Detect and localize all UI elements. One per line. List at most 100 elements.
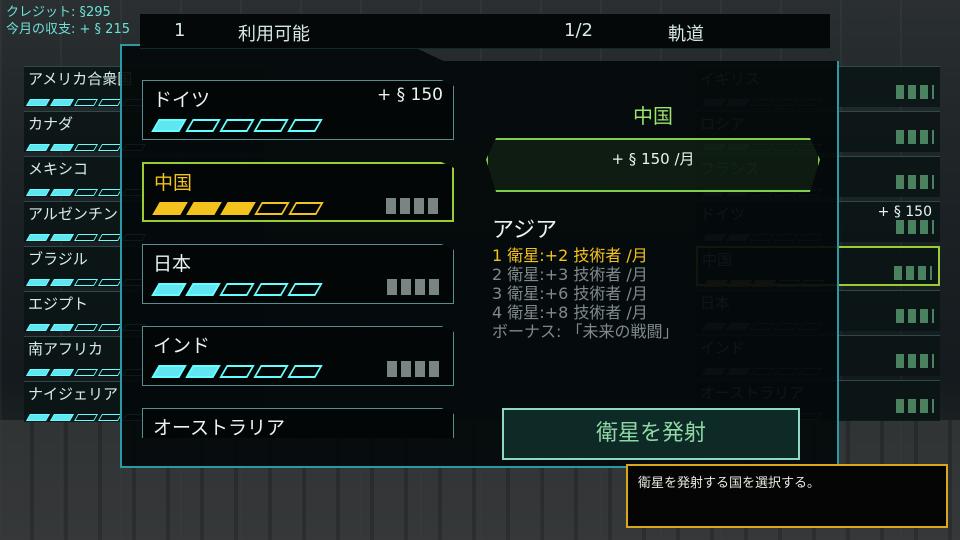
satellite-icon [896, 399, 934, 413]
credits-label: クレジット: §295 [6, 5, 111, 20]
country-card-name: インド [153, 335, 211, 357]
country-card[interactable]: インド [142, 326, 454, 386]
country-card-name: オーストラリア [153, 417, 286, 438]
panic-bar-segment [185, 119, 221, 132]
panic-bar-segment [287, 365, 323, 378]
panic-bar-segment [288, 202, 324, 215]
available-count: 1 [174, 20, 186, 41]
country-name: カナダ [28, 115, 74, 133]
country-card[interactable]: 中国 [142, 162, 454, 222]
satellite-icon [896, 220, 934, 234]
panic-bar-segment [25, 189, 51, 196]
country-name: 南アフリカ [28, 340, 104, 358]
panic-bar-segment [73, 144, 99, 151]
panic-bar-segment [186, 202, 222, 215]
panic-bar-segment [97, 189, 123, 196]
panic-bar-segment [97, 144, 123, 151]
panic-bar-segment [49, 324, 75, 331]
satellite-icon [387, 361, 441, 377]
panic-bars [151, 363, 325, 382]
panic-bars [151, 117, 325, 136]
panic-bar-segment [97, 324, 123, 331]
hint-tooltip: 衛星を発射する国を選択する。 [626, 464, 948, 528]
country-card[interactable]: オーストラリア [142, 408, 454, 438]
panic-bars [152, 200, 326, 219]
country-name: ナイジェリア [28, 385, 119, 403]
panic-bar-segment [73, 414, 99, 421]
panic-bar-segment [25, 369, 51, 376]
country-card-name: 中国 [154, 172, 193, 194]
panic-bar-segment [49, 99, 75, 106]
country-card[interactable]: 日本 [142, 244, 454, 304]
satellite-icon [896, 309, 934, 323]
panic-bar-segment [49, 414, 75, 421]
panic-bar-segment [151, 365, 187, 378]
panic-bar-segment [73, 189, 99, 196]
panic-bar-segment [97, 279, 123, 286]
panic-bar-segment [253, 283, 289, 296]
panic-bar-segment [219, 119, 255, 132]
panic-bar-segment [185, 283, 221, 296]
country-name: エジプト [28, 295, 89, 313]
bonus-line: 3 衛星:+6 技術者 /月 [492, 284, 648, 303]
panic-bar-segment [287, 283, 323, 296]
panic-bar-segment [25, 414, 51, 421]
detail-country-name: 中国 [633, 104, 673, 128]
country-card[interactable]: ドイツ + § 150 [142, 80, 454, 140]
panic-bar-segment [185, 365, 221, 378]
panic-bar-segment [253, 119, 289, 132]
panic-bar-segment [25, 279, 51, 286]
satellite-icon [896, 175, 934, 189]
satellite-icon [896, 354, 934, 368]
panic-bar-segment [253, 365, 289, 378]
country-card-list[interactable]: ドイツ + § 150 中国日本インドオーストラリア [142, 80, 460, 438]
panic-bar-segment [25, 234, 51, 241]
country-card-name: ドイツ [153, 89, 211, 111]
panic-bar-segment [151, 283, 187, 296]
country-income: + § 150 [877, 204, 932, 220]
detail-income: + § 150 /月 [611, 150, 695, 168]
top-bar: 1 利用可能 1/2 軌道 [140, 14, 830, 49]
panic-bar-segment [254, 202, 290, 215]
panic-bar-segment [152, 202, 188, 215]
hud-credits: クレジット: §295 今月の収支: + § 215 [6, 4, 130, 38]
bonus-line: 4 衛星:+8 技術者 /月 [492, 303, 648, 322]
country-name: メキシコ [28, 160, 89, 178]
panic-bar-segment [97, 414, 123, 421]
country-name: アメリカ合衆国 [28, 70, 133, 88]
satellite-icon [387, 279, 441, 295]
country-name: ブラジル [28, 250, 88, 268]
launch-satellite-button[interactable]: 衛星を発射 [502, 408, 800, 460]
detail-income-box: + § 150 /月 [486, 138, 820, 192]
country-card-name: 日本 [153, 253, 192, 275]
panic-bar-segment [73, 324, 99, 331]
bonus-line: 2 衛星:+3 技術者 /月 [492, 265, 648, 284]
satellite-icon [896, 85, 934, 99]
panic-bar-segment [73, 234, 99, 241]
panic-bar-segment [97, 369, 123, 376]
panic-bar-segment [97, 234, 123, 241]
panic-bar-segment [219, 283, 255, 296]
panic-bar-segment [49, 144, 75, 151]
panic-bar-segment [49, 189, 75, 196]
panic-bar-segment [220, 202, 256, 215]
panic-bar-segment [73, 279, 99, 286]
panic-bar-segment [287, 119, 323, 132]
satellite-icon [894, 266, 932, 280]
panic-bar-segment [219, 365, 255, 378]
panic-bar-segment [49, 279, 75, 286]
detail-region: アジア [492, 218, 558, 243]
panic-bar-segment [151, 119, 187, 132]
satellite-icon [386, 198, 440, 214]
panic-bar-segment [25, 324, 51, 331]
available-label: 利用可能 [238, 24, 310, 45]
panic-bars [151, 281, 325, 300]
panic-bar-segment [25, 99, 51, 106]
bonus-line: 1 衛星:+2 技術者 /月 [492, 246, 648, 265]
orbit-label: 軌道 [668, 24, 704, 45]
page-indicator: 1/2 [564, 20, 593, 41]
country-name: アルゼンチン [28, 205, 118, 223]
country-card-income: + § 150 [377, 85, 443, 105]
monthly-income-label: 今月の収支: + § 215 [6, 22, 130, 37]
bonus-line: ボーナス: 「未来の戦闘」 [492, 322, 679, 341]
